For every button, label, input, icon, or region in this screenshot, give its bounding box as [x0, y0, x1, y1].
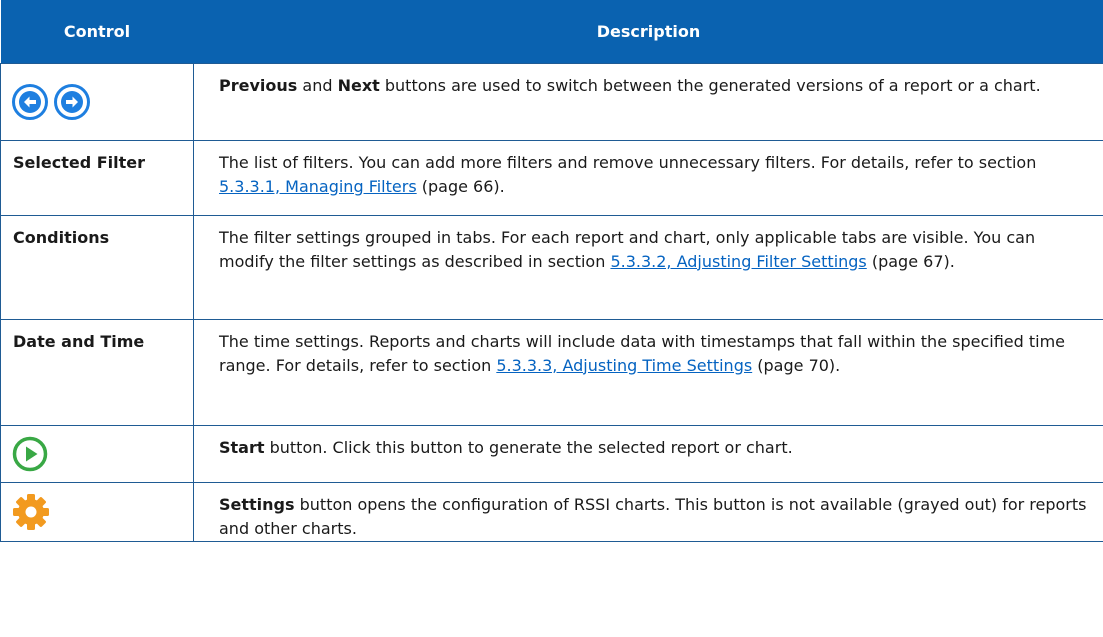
desc-text: button opens the configuration of RSSI c…	[219, 494, 1087, 538]
arrow-right-circle-icon	[53, 83, 91, 121]
start-label: Start	[219, 437, 265, 457]
previous-label: Previous	[219, 75, 298, 95]
desc-text: (page 67).	[866, 251, 955, 271]
header-description: Description	[193, 0, 1103, 63]
table-row: Settings button opens the configuration …	[0, 481, 1103, 542]
control-name: Conditions	[0, 214, 194, 320]
gear-icon	[11, 492, 193, 532]
description-cell: The list of filters. You can add more fi…	[193, 139, 1103, 216]
desc-text: and	[297, 75, 338, 95]
controls-table: Control Description Previous and Next bu…	[0, 0, 1103, 542]
nav-icons	[11, 83, 193, 121]
desc-text: The list of filters. You can add more fi…	[219, 152, 1037, 172]
table-row: Date and Time The time settings. Reports…	[0, 318, 1103, 426]
control-cell	[0, 481, 194, 542]
desc-text: (page 66).	[416, 176, 505, 196]
control-cell	[0, 424, 194, 483]
table-row: Selected Filter The list of filters. You…	[0, 139, 1103, 216]
section-link-adjusting-filter-settings[interactable]: 5.3.3.2, Adjusting Filter Settings	[610, 252, 866, 271]
description-cell: The filter settings grouped in tabs. For…	[193, 214, 1103, 320]
header-control: Control	[0, 0, 194, 63]
table-row: Conditions The filter settings grouped i…	[0, 214, 1103, 320]
description-cell: Settings button opens the configuration …	[193, 481, 1103, 542]
next-label: Next	[337, 75, 380, 95]
table-row: Start button. Click this button to gener…	[0, 424, 1103, 483]
desc-text: button. Click this button to generate th…	[264, 437, 793, 457]
section-link-managing-filters[interactable]: 5.3.3.1, Managing Filters	[219, 177, 417, 196]
settings-label: Settings	[219, 494, 295, 514]
desc-text: buttons are used to switch between the g…	[379, 75, 1041, 95]
desc-text: (page 70).	[752, 355, 841, 375]
control-name: Selected Filter	[0, 139, 194, 216]
description-cell: Start button. Click this button to gener…	[193, 424, 1103, 483]
play-circle-icon	[11, 435, 193, 473]
table-row: Previous and Next buttons are used to sw…	[0, 62, 1103, 141]
description-cell: Previous and Next buttons are used to sw…	[193, 62, 1103, 141]
description-cell: The time settings. Reports and charts wi…	[193, 318, 1103, 426]
section-link-adjusting-time-settings[interactable]: 5.3.3.3, Adjusting Time Settings	[496, 356, 752, 375]
table-header-row: Control Description	[0, 0, 1103, 63]
arrow-left-circle-icon	[11, 83, 49, 121]
control-name: Date and Time	[0, 318, 194, 426]
control-cell	[0, 62, 194, 141]
